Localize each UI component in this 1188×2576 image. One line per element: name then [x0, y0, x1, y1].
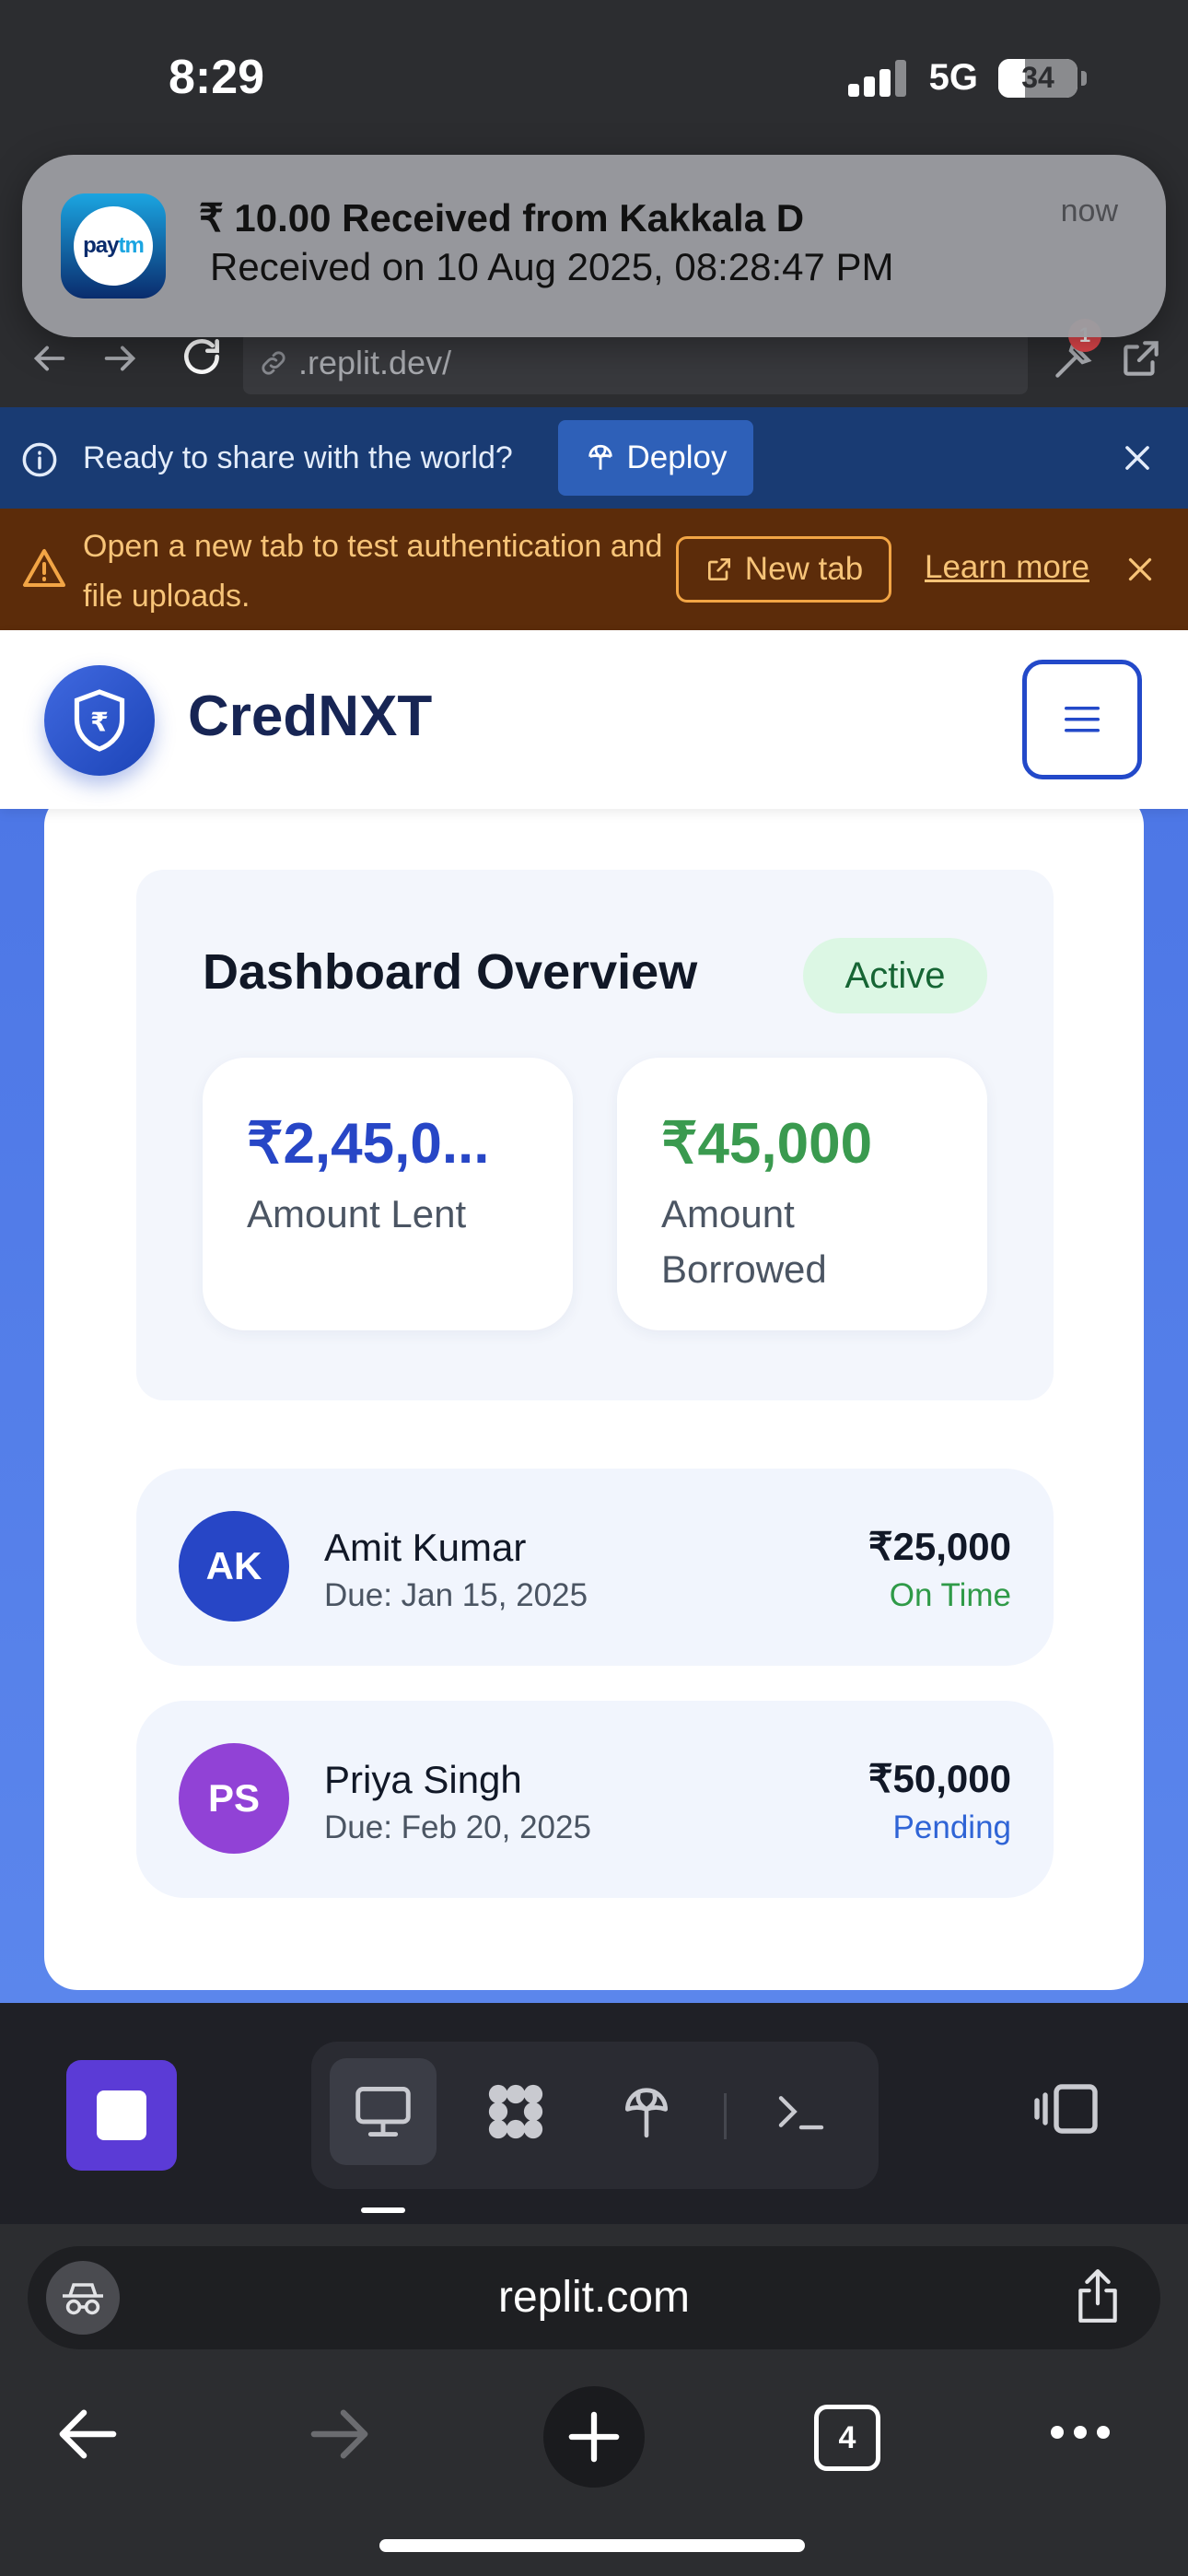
battery-icon: 34 [998, 58, 1077, 98]
brand-name: CredNXT [188, 685, 433, 748]
deploy-banner: Ready to share with the world? Deploy [0, 407, 1188, 509]
loan-due-date: Due: Jan 15, 2025 [324, 1577, 588, 1613]
more-icon[interactable] [1048, 2421, 1112, 2443]
menu-button[interactable] [1022, 660, 1142, 779]
avatar: AK [179, 1511, 289, 1622]
divider [724, 2093, 727, 2139]
shell-tool[interactable] [748, 2058, 855, 2165]
list-item[interactable]: AK Amit Kumar Due: Jan 15, 2025 ₹25,000 … [136, 1469, 1054, 1666]
new-tab-button[interactable]: New tab [676, 536, 891, 603]
monitor-icon [355, 2087, 411, 2137]
deploy-icon [625, 2088, 668, 2138]
avatar: PS [179, 1743, 289, 1854]
status-indicators: 5G 34 [847, 57, 1087, 99]
loan-status: On Time [889, 1577, 1011, 1613]
loan-name: Amit Kumar [324, 1526, 527, 1569]
reload-icon[interactable] [179, 334, 225, 380]
tab-indicator [361, 2207, 405, 2213]
stat-card-lent[interactable]: ₹2,45,0... Amount Lent [203, 1058, 573, 1330]
safari-bottom-bar: replit.com 4 [0, 2224, 1188, 2576]
learn-more-link[interactable]: Learn more [925, 549, 1089, 586]
notification-title: ₹ 10.00 Received from Kakkala D [199, 196, 805, 240]
app-header: ₹ CredNXT [0, 630, 1188, 809]
battery-level: 34 [1021, 61, 1054, 94]
address-text: replit.com [497, 2273, 691, 2322]
loan-due-date: Due: Feb 20, 2025 [324, 1809, 591, 1845]
stat-value: ₹2,45,0... [247, 1112, 490, 1176]
stat-label: Amount Lent [247, 1192, 467, 1235]
new-tab-button[interactable] [543, 2386, 645, 2488]
loan-status: Pending [892, 1809, 1011, 1845]
agent-tool[interactable] [462, 2058, 569, 2165]
forward-arrow-icon[interactable] [99, 337, 142, 380]
back-arrow-icon[interactable] [28, 337, 70, 380]
agent-icon [488, 2084, 543, 2139]
replit-toolbar [0, 2003, 1188, 2224]
deploy-banner-text: Ready to share with the world? [83, 440, 513, 475]
status-time: 8:29 [169, 51, 265, 104]
open-external-icon[interactable] [1118, 335, 1164, 381]
tool-group [311, 2042, 879, 2189]
paytm-logo: paytm [61, 193, 166, 299]
close-icon[interactable] [1124, 553, 1157, 586]
notification-time: now [1060, 193, 1118, 228]
svg-text:₹: ₹ [90, 708, 109, 738]
info-icon [20, 440, 59, 479]
auth-warning-banner: Open a new tab to test authentication an… [0, 509, 1188, 630]
stop-button[interactable] [66, 2060, 177, 2171]
share-icon[interactable] [1072, 2266, 1124, 2325]
home-indicator [379, 2539, 805, 2552]
deploy-button-label: Deploy [626, 439, 728, 475]
url-field[interactable]: .replit.dev/ [243, 332, 1028, 394]
signal-icon [847, 59, 906, 97]
preview-tool[interactable] [330, 2058, 437, 2165]
deploy-tool[interactable] [593, 2058, 700, 2165]
loan-name: Priya Singh [324, 1758, 522, 1801]
hamburger-icon [1065, 707, 1100, 732]
status-bar: 8:29 5G 34 [0, 0, 1188, 166]
stop-icon [97, 2090, 146, 2140]
status-badge: Active [803, 938, 987, 1013]
list-item[interactable]: PS Priya Singh Due: Feb 20, 2025 ₹50,000… [136, 1701, 1054, 1898]
back-arrow-icon[interactable] [53, 2405, 120, 2464]
deploy-button[interactable]: Deploy [558, 420, 753, 496]
external-link-icon [707, 558, 730, 580]
network-label: 5G [928, 57, 978, 98]
close-icon[interactable] [1120, 440, 1155, 475]
overview-title: Dashboard Overview [203, 944, 698, 1000]
stat-value: ₹45,000 [661, 1112, 873, 1176]
forward-arrow-icon[interactable] [308, 2405, 374, 2464]
deploy-icon [588, 444, 612, 470]
loan-amount: ₹50,000 [868, 1757, 1011, 1800]
terminal-icon [778, 2096, 824, 2130]
loan-amount: ₹25,000 [868, 1525, 1011, 1568]
link-icon [262, 351, 285, 375]
url-text: .replit.dev/ [298, 344, 452, 381]
payment-notification[interactable]: paytm ₹ 10.00 Received from Kakkala D Re… [22, 155, 1166, 337]
battery-cap [1081, 70, 1087, 86]
stat-card-borrowed[interactable]: ₹45,000 Amount Borrowed [617, 1058, 987, 1330]
stat-label: Amount Borrowed [661, 1192, 827, 1291]
plus-icon [568, 2411, 620, 2463]
panel-toggle-icon[interactable] [1031, 2080, 1103, 2137]
dashboard-overview: Dashboard Overview Active ₹2,45,0... Amo… [136, 870, 1054, 1400]
auth-warning-text: Open a new tab to test authentication an… [83, 529, 663, 614]
warning-icon [22, 547, 66, 588]
tabs-button[interactable]: 4 [814, 2405, 880, 2471]
notification-body: Received on 10 Aug 2025, 08:28:47 PM [210, 245, 894, 288]
shield-icon: ₹ [74, 689, 125, 752]
new-tab-label: New tab [744, 551, 864, 587]
address-bar[interactable]: replit.com [28, 2246, 1160, 2349]
shield-rupee-logo[interactable]: ₹ [44, 665, 155, 776]
